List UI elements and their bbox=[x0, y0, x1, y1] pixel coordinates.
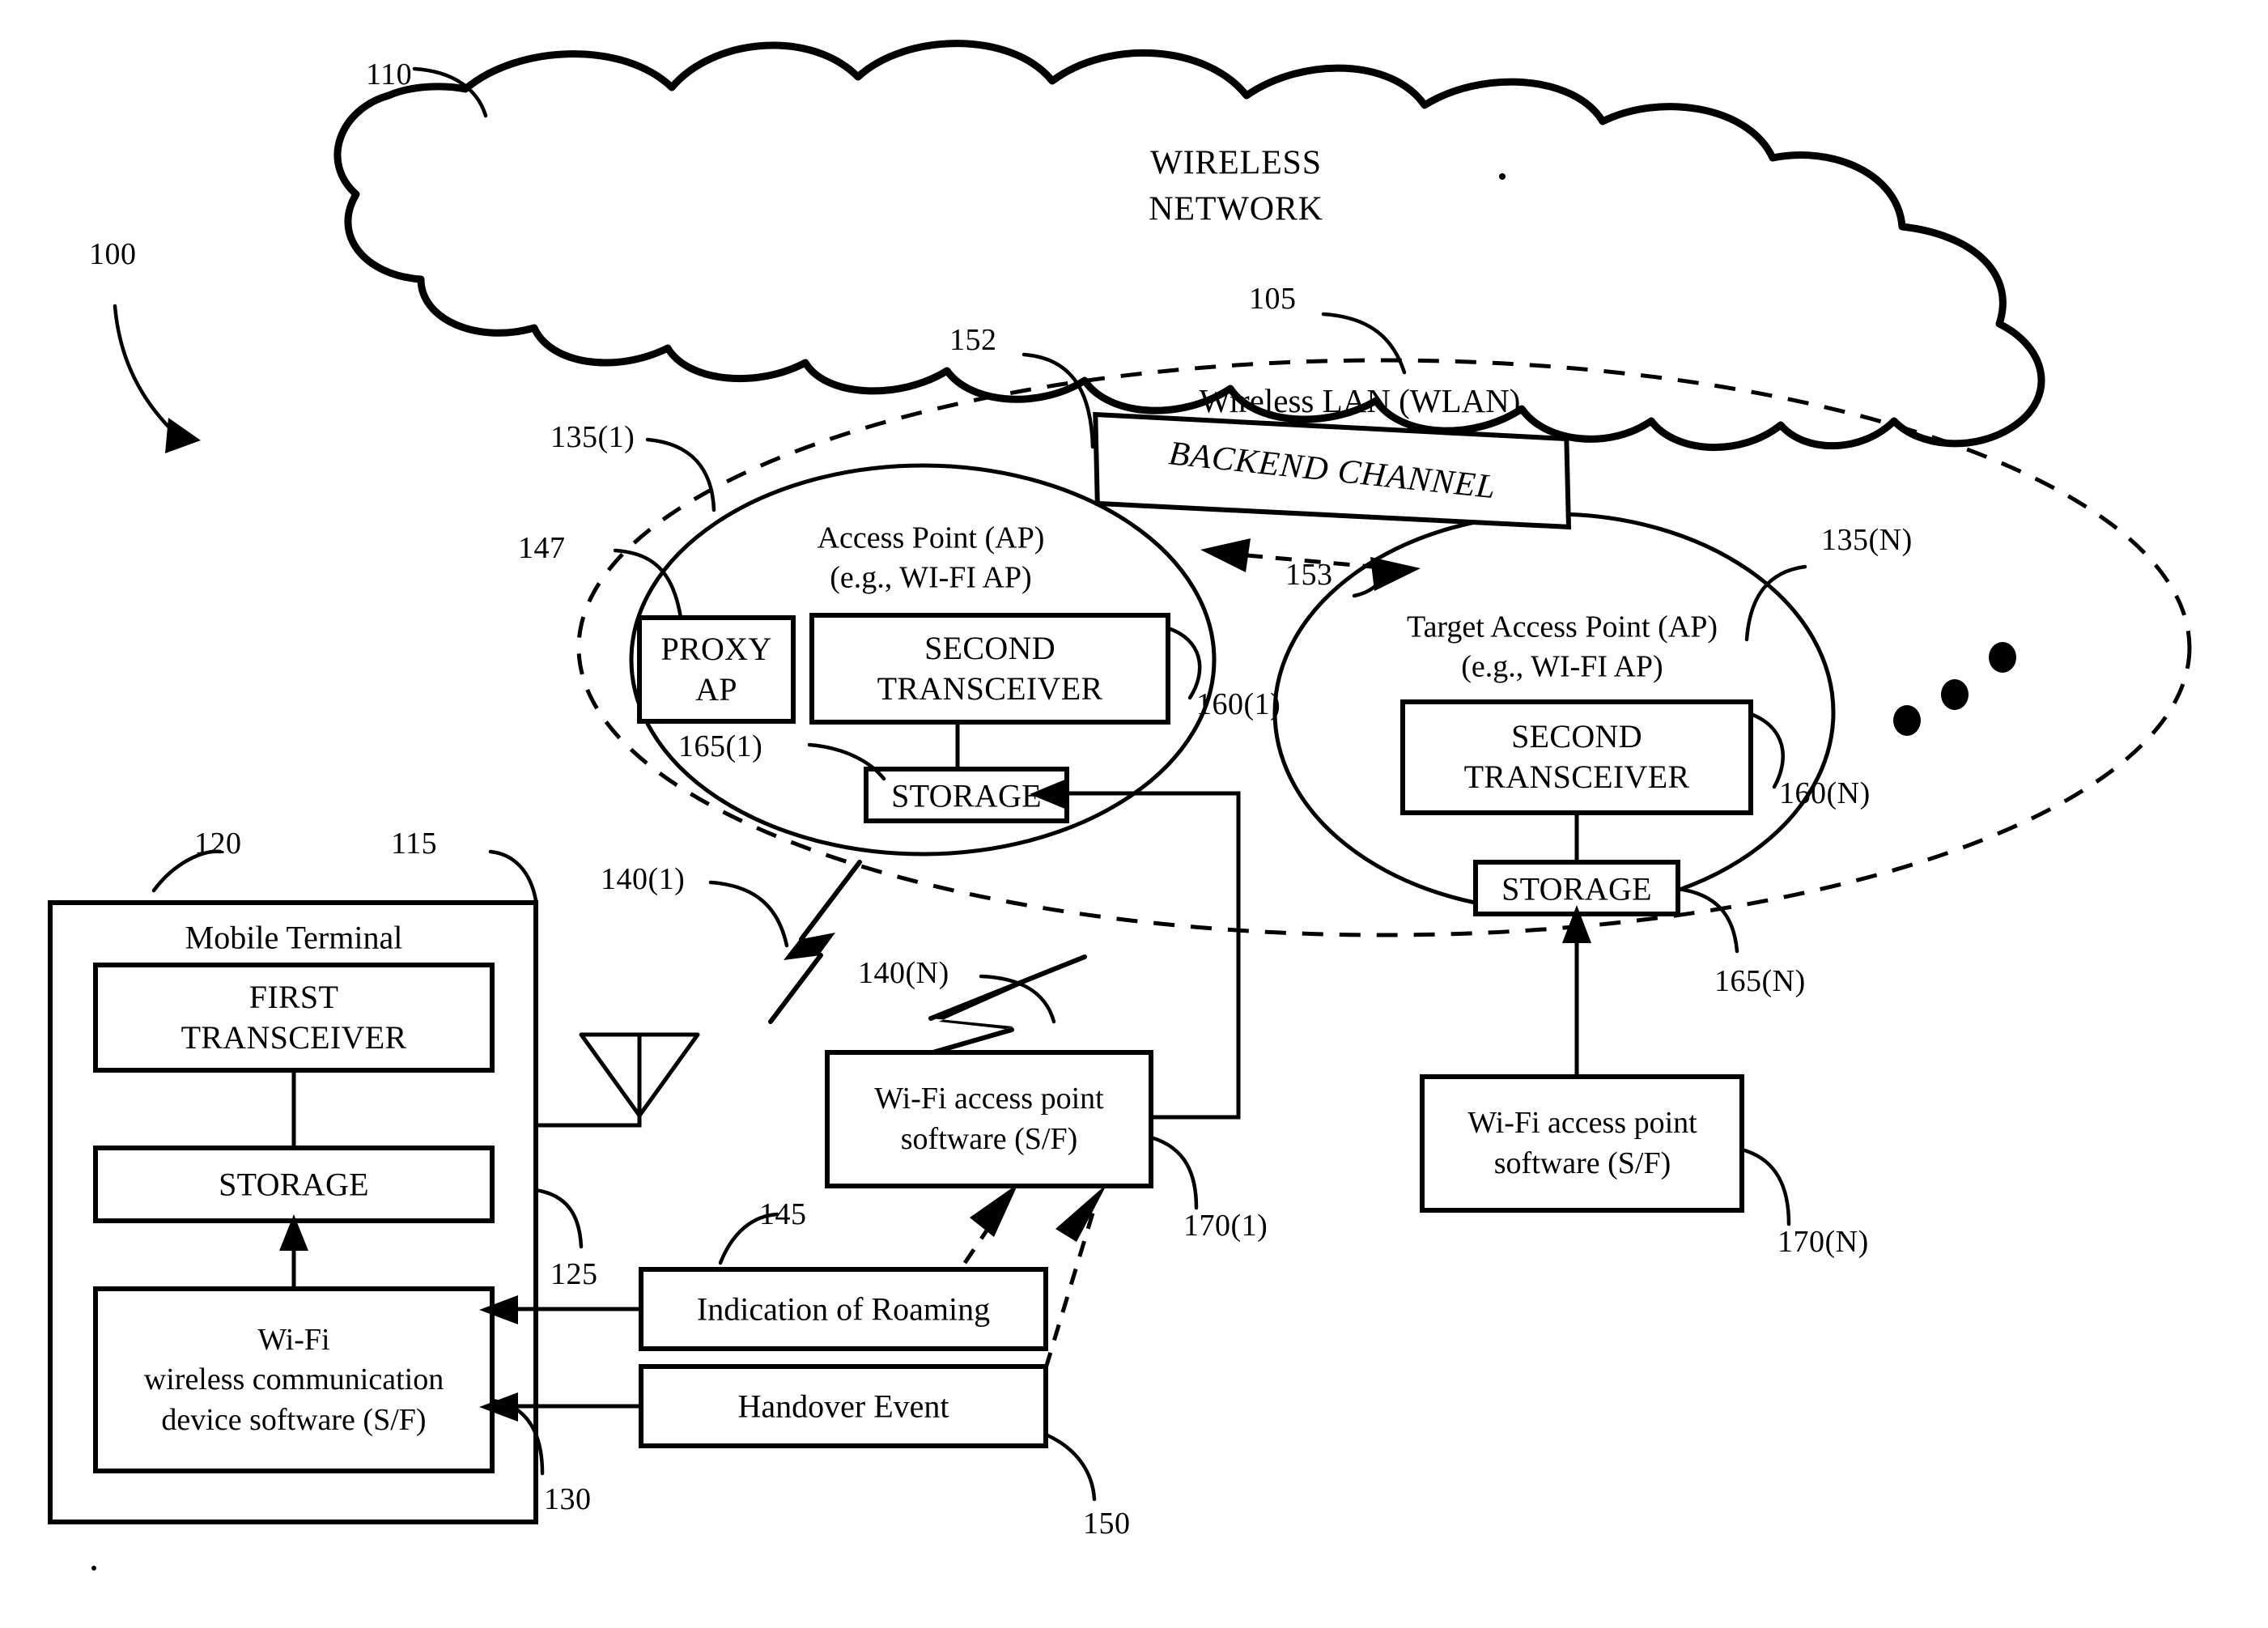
roaming-to-apsw-dashed bbox=[962, 1184, 1018, 1265]
storage-n-label: STORAGE bbox=[1501, 870, 1652, 908]
indication-of-roaming-label: Indication of Roaming bbox=[696, 1290, 991, 1328]
apswn-line1: Wi-Fi access point bbox=[1467, 1105, 1697, 1140]
ref-165-1: 165(1) bbox=[678, 729, 763, 763]
wireless-network-cloud bbox=[333, 40, 2045, 451]
ap-software-n-label: Wi-Fi access point software (S/F) bbox=[1467, 1103, 1697, 1184]
leader-160-N bbox=[1748, 712, 1785, 789]
storage1-input-arrow bbox=[1030, 779, 1241, 810]
leader-135-N bbox=[1744, 564, 1807, 642]
ft-line2: TRANSCEIVER bbox=[181, 1019, 407, 1056]
ref-120: 120 bbox=[194, 827, 242, 861]
stn-line2: TRANSCEIVER bbox=[1463, 759, 1690, 795]
proxy-ap-line2: AP bbox=[695, 671, 737, 708]
leader-115 bbox=[488, 849, 538, 903]
leader-165-N bbox=[1676, 886, 1739, 954]
leader-125 bbox=[533, 1188, 584, 1249]
wifi-device-software-label: Wi-Fi wireless communication device soft… bbox=[144, 1320, 444, 1440]
ref-153: 153 bbox=[1285, 558, 1333, 592]
patent-figure-canvas: 100 110 WIRELESS NETWORK 105 152 Wireles… bbox=[0, 0, 2268, 1628]
ellipsis-dot-2 bbox=[1941, 679, 1969, 710]
stn-line1: SECOND bbox=[1511, 718, 1642, 754]
mt-storage-label: STORAGE bbox=[219, 1166, 369, 1203]
second-transceiver-n-label: SECOND TRANSCEIVER bbox=[1464, 716, 1690, 797]
wireless-network-title: WIRELESS NETWORK bbox=[1149, 140, 1323, 232]
mobile-terminal-title: Mobile Terminal bbox=[185, 919, 403, 956]
ref-140-1: 140(1) bbox=[601, 862, 686, 896]
wds-line2: wireless communication bbox=[143, 1362, 444, 1397]
cloud-title-line1: WIRELESS bbox=[1150, 144, 1322, 182]
ref-145: 145 bbox=[759, 1197, 807, 1231]
ref-170-1: 170(1) bbox=[1183, 1209, 1268, 1243]
ref-115: 115 bbox=[391, 827, 438, 861]
apswn-line2: software (S/F) bbox=[1493, 1146, 1671, 1180]
scan-speck bbox=[91, 1566, 96, 1571]
leader-150 bbox=[1043, 1432, 1097, 1502]
arrowhead-backend-left bbox=[1200, 538, 1251, 572]
wlan-label: Wireless LAN (WLAN) bbox=[1199, 381, 1521, 419]
leader-170-1 bbox=[1149, 1135, 1199, 1210]
ref-165-N: 165(N) bbox=[1714, 964, 1806, 998]
leader-170-N bbox=[1739, 1147, 1791, 1226]
handover-event-label: Handover Event bbox=[737, 1388, 949, 1425]
path-apsw1-to-storage1 bbox=[1150, 795, 1241, 1120]
proxy-ap-line1: PROXY bbox=[660, 631, 772, 667]
apsw1-line2: software (S/F) bbox=[900, 1122, 1078, 1156]
ref-160-1: 160(1) bbox=[1196, 687, 1281, 721]
ref-110: 110 bbox=[366, 57, 413, 91]
ref-150: 150 bbox=[1083, 1507, 1131, 1541]
leader-135-1 bbox=[645, 437, 716, 512]
arrowhead-roaming-apsw bbox=[970, 1184, 1018, 1237]
ref-135-1: 135(1) bbox=[550, 420, 635, 454]
wireless-link-1-bolt bbox=[768, 860, 862, 1024]
access-point-1-title: Access Point (AP) (e.g., WI-FI AP) bbox=[818, 519, 1045, 599]
ref-135-N: 135(N) bbox=[1821, 523, 1913, 557]
storage-1-label: STORAGE bbox=[891, 777, 1042, 814]
ref-147: 147 bbox=[518, 531, 566, 565]
ref-152: 152 bbox=[949, 323, 997, 357]
ref-100: 100 bbox=[89, 237, 137, 271]
ref-130: 130 bbox=[544, 1482, 592, 1516]
ref-170-N: 170(N) bbox=[1777, 1225, 1869, 1259]
st1-line2: TRANSCEIVER bbox=[877, 670, 1103, 707]
leader-140-1 bbox=[708, 880, 789, 948]
ellipsis-dot-3 bbox=[1989, 642, 2016, 673]
first-transceiver-label: FIRST TRANSCEIVER bbox=[181, 977, 407, 1058]
proxy-ap-label: PROXY AP bbox=[660, 629, 771, 710]
storagen-input-arrow bbox=[1562, 905, 1591, 1077]
leader-140-N bbox=[979, 974, 1056, 1024]
ref-105: 105 bbox=[1249, 282, 1297, 316]
handover-to-apsw-dashed bbox=[1043, 1184, 1107, 1369]
apsw1-line1: Wi-Fi access point bbox=[874, 1081, 1104, 1116]
scan-speck-top bbox=[1499, 173, 1506, 180]
ap1-title-line2: (e.g., WI-FI AP) bbox=[830, 561, 1032, 595]
leader-160-1 bbox=[1166, 626, 1202, 700]
cloud-title-line2: NETWORK bbox=[1149, 190, 1323, 227]
ref-125: 125 bbox=[550, 1257, 598, 1291]
ft-line1: FIRST bbox=[248, 979, 339, 1015]
ref-160-N: 160(N) bbox=[1779, 776, 1871, 810]
ap-software-1-label: Wi-Fi access point software (S/F) bbox=[874, 1078, 1103, 1159]
ellipsis-dot-1 bbox=[1893, 705, 1921, 736]
ref-140-N: 140(N) bbox=[858, 956, 949, 990]
wds-line1: Wi-Fi bbox=[257, 1322, 330, 1357]
leader-100-arrow bbox=[113, 304, 177, 436]
apn-title-line1: Target Access Point (AP) bbox=[1407, 610, 1718, 644]
arrowhead-handover-apsw bbox=[1055, 1184, 1107, 1242]
st1-line1: SECOND bbox=[924, 630, 1055, 666]
apn-title-line2: (e.g., WI-FI AP) bbox=[1461, 650, 1663, 684]
second-transceiver-1-label: SECOND TRANSCEIVER bbox=[877, 628, 1103, 709]
target-access-point-title: Target Access Point (AP) (e.g., WI-FI AP… bbox=[1407, 608, 1718, 688]
arrowhead-100 bbox=[165, 418, 201, 453]
wds-line3: device software (S/F) bbox=[161, 1402, 427, 1437]
ap1-title-line1: Access Point (AP) bbox=[817, 521, 1045, 555]
